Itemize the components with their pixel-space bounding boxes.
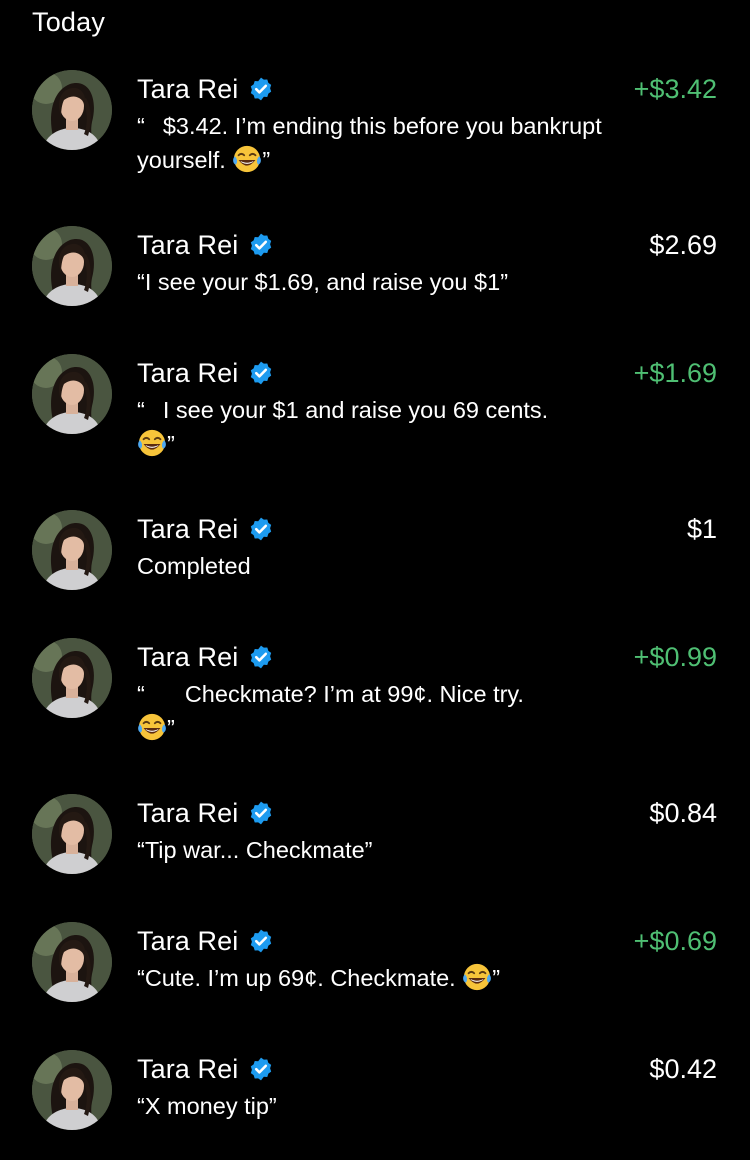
note-text: X money tip [144, 1093, 269, 1119]
verified-badge-icon [248, 76, 274, 102]
transaction-row[interactable]: Tara Rei $0.42 “X money tip” [0, 1050, 750, 1160]
transaction-row[interactable]: Tara Rei $0.84 “Tip war... Checkmate” [0, 794, 750, 904]
transaction-row[interactable]: Tara Rei $2.69 “I see your $1.69, and rais… [0, 226, 750, 336]
open-quote: “ [137, 269, 145, 295]
close-quote: ” [500, 269, 509, 295]
transaction-note: “ Checkmate? I’m at 99¢. Nice try. ” [137, 677, 577, 745]
open-quote: “ [137, 681, 145, 707]
close-quote: ” [167, 715, 175, 741]
name-line: Tara Rei [137, 640, 274, 674]
note-text: I see your $1 and raise you 69 cents. [162, 397, 549, 423]
note-text: I see your $1.69, and raise you $1 [144, 269, 501, 295]
transaction-note: “$3.42. I’m ending this before you bankr… [137, 109, 607, 177]
sender-name: Tara Rei [137, 514, 239, 544]
transaction-note: “Tip war... Checkmate” [137, 833, 607, 867]
open-quote: “ [137, 397, 145, 423]
verified-badge-icon [248, 800, 274, 826]
verified-badge-icon [248, 516, 274, 542]
close-quote: ” [167, 431, 175, 457]
face-with-tears-of-joy-icon [232, 144, 262, 174]
transaction-note: “Cute. I’m up 69¢. Checkmate. ” [137, 961, 607, 995]
close-quote: ” [364, 837, 373, 863]
avatar[interactable] [32, 1050, 112, 1130]
name-line: Tara Rei [137, 512, 274, 546]
transaction-row[interactable]: Tara Rei +$3.42 “$3.42. I’m ending this be… [0, 70, 750, 180]
name-line: Tara Rei [137, 228, 274, 262]
transaction-note: “ I see your $1 and raise you 69 cents. ” [137, 393, 607, 461]
note-text: $3.42. I’m ending this before you bankru… [137, 113, 602, 173]
transaction-row[interactable]: Tara Rei +$0.69 “Cute. I’m up 69¢. Checkma… [0, 922, 750, 1032]
verified-badge-icon [248, 928, 274, 954]
open-quote: “ [137, 965, 145, 991]
open-quote: “ [137, 1093, 145, 1119]
sender-name: Tara Rei [137, 358, 239, 388]
sender-name: Tara Rei [137, 1054, 239, 1084]
note-text: Completed [137, 553, 251, 579]
name-line: Tara Rei [137, 356, 274, 390]
sender-name: Tara Rei [137, 642, 239, 672]
transaction-row[interactable]: Tara Rei $1 Completed [0, 510, 750, 620]
amount: +$0.69 [633, 926, 717, 956]
face-with-tears-of-joy-icon [462, 962, 492, 992]
verified-badge-icon [248, 232, 274, 258]
transaction-row[interactable]: Tara Rei +$0.99 “ Checkmate? I’m at 99¢. Ni… [0, 638, 750, 748]
avatar[interactable] [32, 510, 112, 590]
transaction-note: “I see your $1.69, and raise you $1” [137, 265, 607, 299]
avatar[interactable] [32, 922, 112, 1002]
open-quote: “ [137, 837, 145, 863]
name-line: Tara Rei [137, 796, 274, 830]
amount: $0.84 [649, 798, 717, 828]
sender-name: Tara Rei [137, 74, 239, 104]
avatar[interactable] [32, 226, 112, 306]
sender-name: Tara Rei [137, 926, 239, 956]
avatar[interactable] [32, 794, 112, 874]
transaction-note: “X money tip” [137, 1089, 607, 1123]
avatar[interactable] [32, 638, 112, 718]
amount: +$0.99 [633, 642, 717, 672]
name-line: Tara Rei [137, 72, 274, 106]
transaction-row[interactable]: Tara Rei +$1.69 “ I see your $1 and raise y… [0, 354, 750, 464]
verified-badge-icon [248, 360, 274, 386]
transaction-note: Completed [137, 549, 607, 583]
amount: +$3.42 [633, 74, 717, 104]
sender-name: Tara Rei [137, 798, 239, 828]
amount: $2.69 [649, 230, 717, 260]
close-quote: ” [492, 965, 501, 991]
verified-badge-icon [248, 1056, 274, 1082]
close-quote: ” [262, 147, 271, 173]
note-text: Cute. I’m up 69¢. Checkmate. [144, 965, 456, 991]
amount: +$1.69 [633, 358, 717, 388]
sender-name: Tara Rei [137, 230, 239, 260]
face-with-tears-of-joy-icon [137, 428, 167, 458]
transaction-list: Tara Rei +$3.42 “$3.42. I’m ending this be… [0, 0, 750, 1130]
name-line: Tara Rei [137, 1052, 274, 1086]
close-quote: ” [268, 1093, 277, 1119]
avatar[interactable] [32, 70, 112, 150]
open-quote: “ [137, 113, 145, 139]
avatar[interactable] [32, 354, 112, 434]
amount: $0.42 [649, 1054, 717, 1084]
name-line: Tara Rei [137, 924, 274, 958]
amount: $1 [686, 514, 717, 544]
note-text: Checkmate? I’m at 99¢. Nice try. [184, 681, 524, 707]
face-with-tears-of-joy-icon [137, 712, 167, 742]
note-text: Tip war... Checkmate [144, 837, 365, 863]
verified-badge-icon [248, 644, 274, 670]
